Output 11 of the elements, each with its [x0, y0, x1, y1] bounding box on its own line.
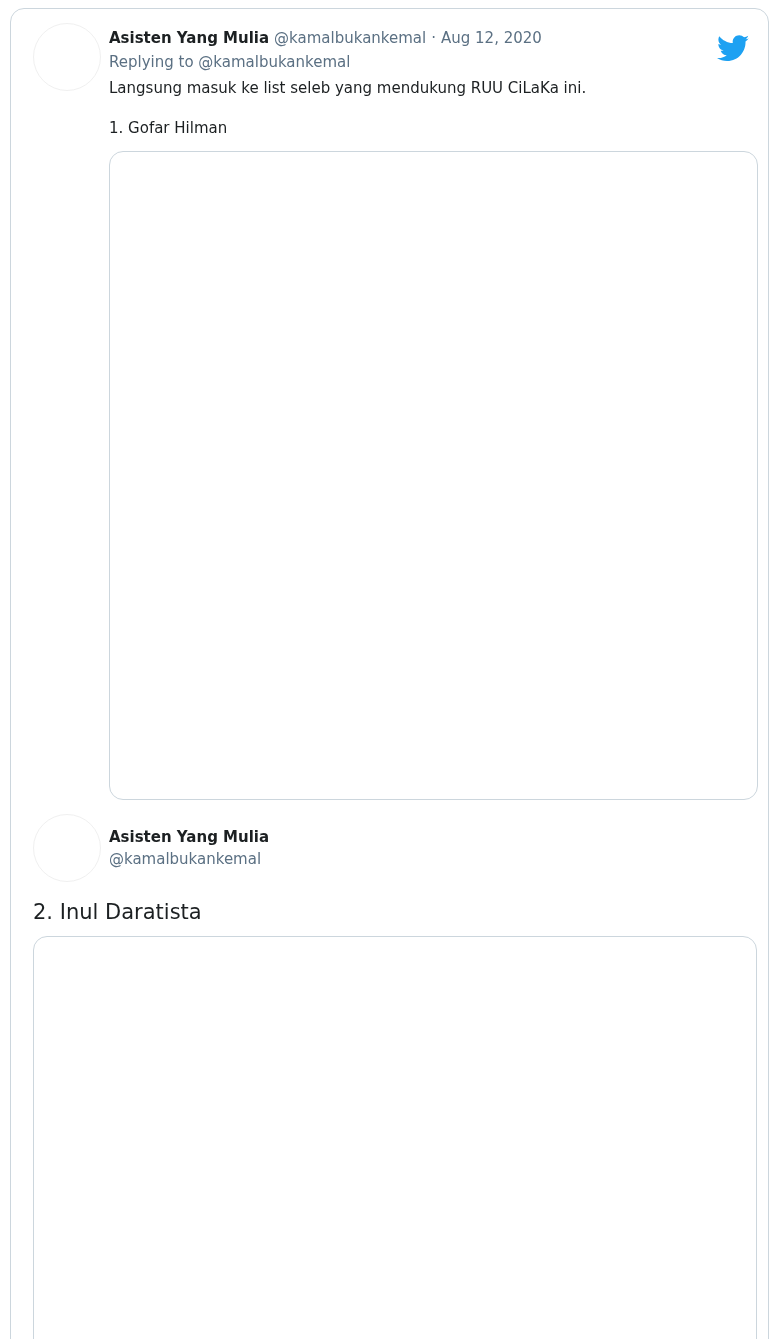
tweet-date[interactable]: Aug 12, 2020	[441, 29, 542, 47]
author-handle[interactable]: @kamalbukankemal	[274, 29, 427, 47]
author-name[interactable]: Asisten Yang Mulia	[109, 826, 270, 848]
author-handle[interactable]: @kamalbukankemal	[109, 848, 270, 870]
author-name[interactable]: Asisten Yang Mulia	[109, 29, 270, 47]
tweet-text: 2. Inul Daratista	[33, 900, 203, 924]
separator-dot: ·	[431, 29, 436, 47]
replying-to-text: Replying to @kamalbukankemal	[109, 53, 352, 71]
bird-icon[interactable]	[717, 35, 750, 62]
tweet-text: Langsung masuk ke list seleb yang mendukung RUU CiLaKa ini.	[109, 79, 588, 97]
tweet-text: 1. Gofar Hilman	[109, 119, 229, 137]
